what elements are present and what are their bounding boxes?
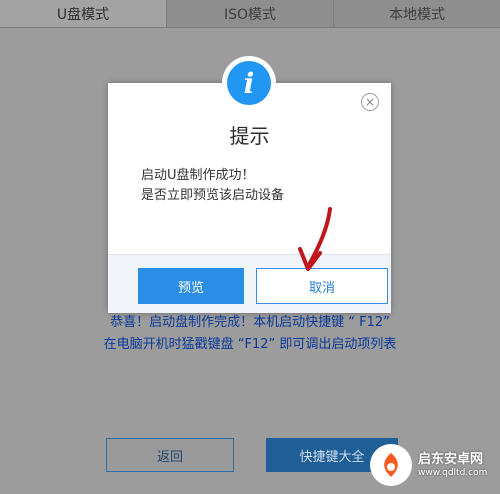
watermark: 启东安卓网 www.qdltd.com <box>362 440 500 494</box>
mode-tabs: U盘模式 ISO模式 本地模式 <box>0 0 500 28</box>
annotation-arrow-icon <box>298 207 332 271</box>
tab-iso-mode[interactable]: ISO模式 <box>167 0 334 27</box>
dialog-message-line1: 启动U盘制作成功！ <box>141 168 255 183</box>
watermark-brand: 启东安卓网 <box>418 452 484 467</box>
watermark-logo-icon <box>370 444 412 486</box>
close-icon[interactable]: × <box>361 93 379 111</box>
tab-local-mode[interactable]: 本地模式 <box>334 0 500 27</box>
dialog-title: 提示 <box>229 124 270 148</box>
info-icon: i <box>222 56 276 110</box>
back-button[interactable]: 返回 <box>106 438 234 472</box>
info-icon-glyph: i <box>227 61 271 105</box>
tab-usb-mode[interactable]: U盘模式 <box>0 0 167 27</box>
success-message: 恭喜！启动盘制作完成！本机启动快捷键 “ F12” <box>110 315 390 330</box>
dialog-message-line2: 是否立即预览该启动设备 <box>141 188 285 203</box>
preview-button[interactable]: 预览 <box>138 268 244 304</box>
watermark-url: www.qdltd.com <box>418 468 488 478</box>
boot-hint-message: 在电脑开机时猛戳键盘 “F12” 即可调出启动项列表 <box>103 337 397 352</box>
